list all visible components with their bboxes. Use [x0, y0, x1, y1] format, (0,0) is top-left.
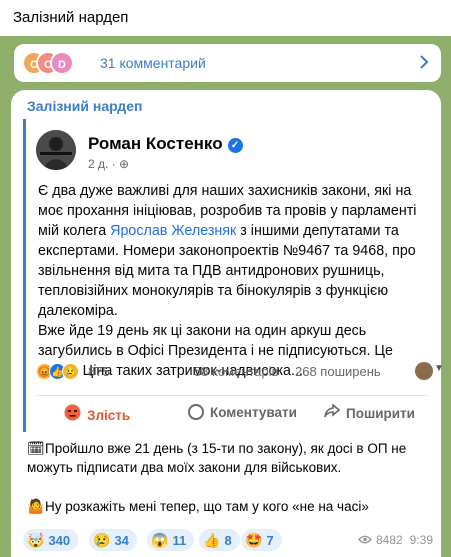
sad-reaction-icon: 😢 — [62, 363, 79, 380]
mention-link[interactable]: Ярослав Железняк — [110, 223, 236, 239]
post-body: Є два дуже важливі для наших захисників … — [38, 181, 430, 381]
post-actions: Злість Коментувати Поширити — [36, 395, 428, 423]
verified-badge-icon: ✓ — [227, 138, 243, 153]
message-footer: 8482 9:39 — [358, 533, 433, 547]
post-paragraph: Є два дуже важливі для наших захисників … — [38, 183, 417, 319]
exploding-head-icon: 🤯 — [27, 531, 45, 548]
message-line: 🗓Пройшло вже 21 день (з 15-ти по закону)… — [27, 440, 407, 475]
message-line: 🤷Ну розкажіть мені тепер, що там у кого … — [27, 498, 369, 514]
comments-bar[interactable]: C C D 31 комментарий — [14, 44, 441, 82]
angry-icon — [64, 404, 81, 426]
reaction-icons[interactable]: 😡 👍 😢 — [36, 362, 86, 380]
globe-icon: ⊕ — [119, 157, 130, 171]
facebook-post-embed[interactable]: Роман Костенко ✓ 2 д. · ⊕ Є два дуже важл… — [23, 119, 444, 432]
message-bubble: Залізний нардеп Роман Костенко ✓ 2 д. · ⊕… — [11, 90, 444, 557]
chat-title: Залізний нардеп — [13, 9, 129, 26]
caret-down-icon[interactable]: ▼ — [434, 363, 444, 374]
author-name[interactable]: Роман Костенко ✓ — [88, 134, 243, 154]
channel-name[interactable]: Залізний нардеп — [27, 98, 142, 114]
share-button[interactable]: Поширити — [324, 403, 415, 423]
chevron-right-icon[interactable] — [419, 54, 429, 75]
message-time: 9:39 — [409, 533, 433, 547]
post-comments-count[interactable]: 58 коментарів — [194, 364, 279, 379]
viewer-avatar[interactable] — [415, 362, 433, 380]
screaming-face-icon: 😱 — [151, 531, 169, 548]
shrug-icon: 🤷 — [27, 498, 45, 514]
message-reactions: 🤯 340 😢 34 😱 11 👍 8 🤩 7 8482 9:39 — [23, 529, 443, 551]
eye-icon — [358, 533, 372, 547]
crying-face-icon: 😢 — [93, 531, 111, 548]
author-avatar[interactable] — [36, 130, 76, 170]
share-icon — [324, 403, 341, 423]
post-meta: 2 д. · ⊕ — [88, 157, 129, 171]
post-shares-count[interactable]: 268 поширень — [295, 364, 381, 379]
reactions-count[interactable]: 875 — [88, 364, 110, 379]
reaction-chip[interactable]: 👍 8 — [199, 529, 240, 551]
calendar-icon: 🗓 — [27, 440, 45, 456]
comments-count-link[interactable]: 31 комментарий — [100, 55, 206, 71]
reaction-chip[interactable]: 🤩 7 — [241, 529, 282, 551]
reaction-chip[interactable]: 🤯 340 — [23, 529, 79, 551]
views-count: 8482 — [375, 533, 403, 547]
thumbs-up-icon: 👍 — [203, 531, 221, 548]
commenter-avatars: C C D — [22, 51, 96, 75]
reaction-chip[interactable]: 😢 34 — [89, 529, 137, 551]
chat-header: Залізний нардеп — [0, 0, 451, 36]
comment-button[interactable]: Коментувати — [188, 404, 297, 420]
avatar: D — [50, 51, 74, 75]
post-time[interactable]: 2 д. · — [88, 157, 116, 171]
reaction-chip[interactable]: 😱 11 — [147, 529, 195, 551]
star-struck-icon: 🤩 — [245, 531, 263, 548]
comment-icon — [188, 404, 204, 420]
angry-button[interactable]: Злість — [64, 404, 130, 426]
post-stats: 😡 👍 😢 875 58 коментарів 268 поширень ▼ — [36, 362, 444, 382]
